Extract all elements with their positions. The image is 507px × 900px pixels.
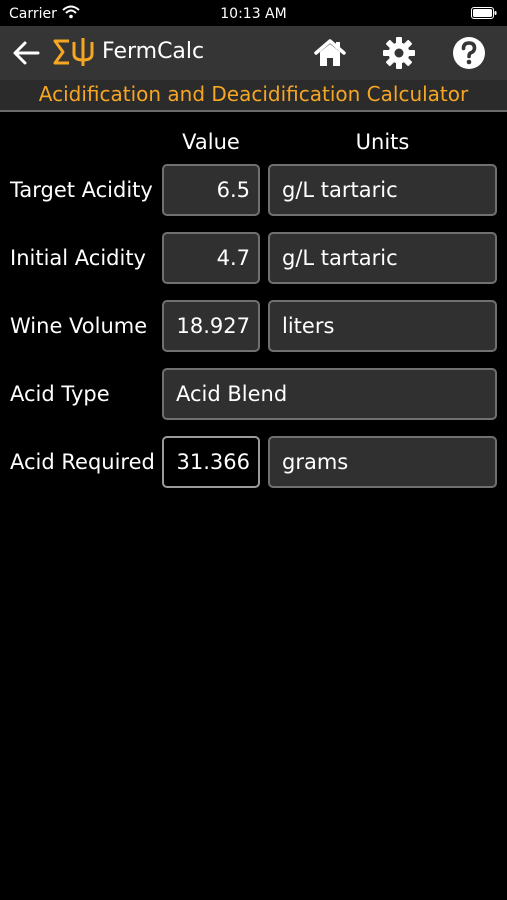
initial-acidity-units-select[interactable]: g/L tartaric: [268, 232, 497, 284]
initial-acidity-input[interactable]: 4.7: [162, 232, 260, 284]
calculator-title-bar: Acidification and Deacidification Calcul…: [0, 80, 507, 112]
units-column-header: Units: [355, 130, 410, 154]
back-arrow-icon[interactable]: [12, 40, 40, 66]
battery-icon: [471, 7, 497, 19]
help-icon[interactable]: [451, 35, 487, 71]
value-column-header: Value: [182, 130, 240, 154]
acid-type-select[interactable]: Acid Blend: [162, 368, 497, 420]
acid-required-result: 31.366: [162, 436, 260, 488]
status-bar: Carrier 10:13 AM: [0, 0, 507, 28]
acid-required-units-select[interactable]: grams: [268, 436, 497, 488]
target-acidity-label: Target Acidity: [10, 178, 153, 202]
navigation-bar: FermCalc: [0, 26, 507, 80]
home-icon[interactable]: [313, 38, 347, 68]
fermcalc-logo-icon: [53, 38, 94, 66]
wine-volume-label: Wine Volume: [10, 314, 148, 338]
wine-volume-input[interactable]: 18.927: [162, 300, 260, 352]
clock: 10:13 AM: [220, 6, 287, 22]
app-title: FermCalc: [102, 39, 205, 64]
initial-acidity-label: Initial Acidity: [10, 246, 146, 270]
acid-required-label: Acid Required: [10, 450, 155, 474]
gear-icon[interactable]: [382, 36, 416, 70]
wine-volume-units-select[interactable]: liters: [268, 300, 497, 352]
target-acidity-units-select[interactable]: g/L tartaric: [268, 164, 497, 216]
acid-type-label: Acid Type: [10, 382, 110, 406]
target-acidity-input[interactable]: 6.5: [162, 164, 260, 216]
calculator-title: Acidification and Deacidification Calcul…: [38, 82, 469, 106]
